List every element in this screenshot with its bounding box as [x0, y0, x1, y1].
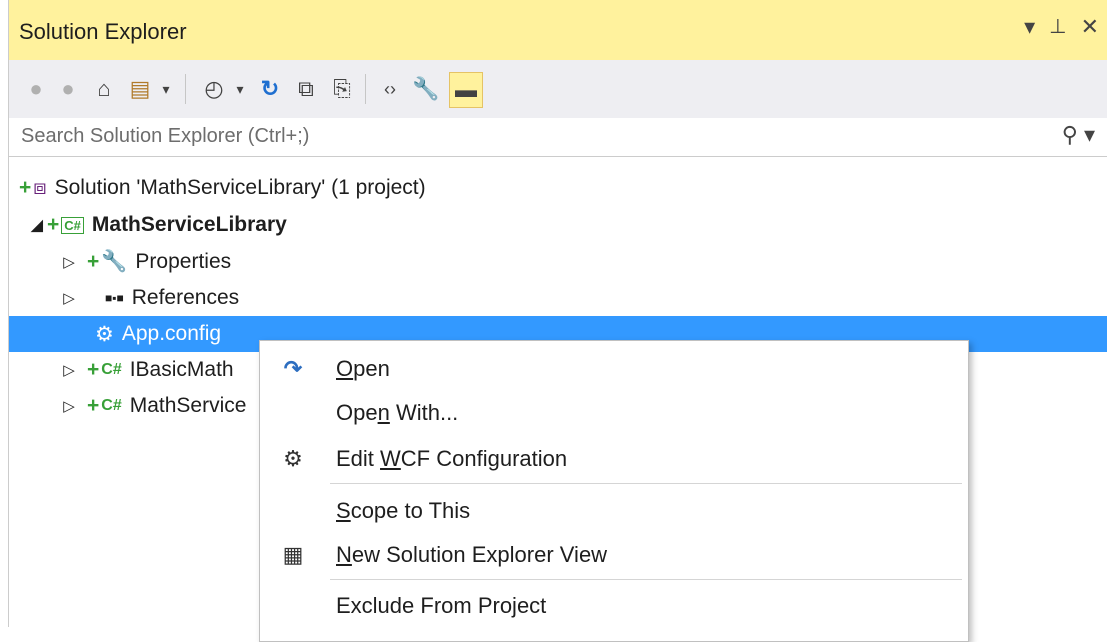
new-view-icon: ▦ — [282, 542, 304, 567]
menu-separator — [330, 483, 962, 484]
forward-button[interactable]: ● — [55, 72, 81, 106]
open-arrow-icon: ↷ — [283, 356, 303, 381]
wrench-icon[interactable]: 🔧 — [411, 72, 441, 106]
expanded-arrow-icon[interactable]: ◢ — [27, 216, 47, 234]
pending-changes-icon[interactable]: ◴ — [199, 72, 229, 106]
title-bar: Solution Explorer ▾ ⊥ ✕ — [9, 0, 1107, 60]
home-icon[interactable]: ⌂ — [89, 72, 119, 106]
solution-icon: ⧈ — [33, 176, 47, 199]
menu-item-exclude[interactable]: Exclude From Project — [260, 584, 968, 628]
tree-solution[interactable]: + ⧈ Solution 'MathServiceLibrary' (1 pro… — [9, 170, 1107, 206]
mathservice-label: MathService — [129, 394, 247, 417]
menu-item-edit-wcf[interactable]: ⚙ Edit WCF Configuration — [260, 437, 968, 481]
search-icon[interactable]: ⚲ ▾ — [1062, 122, 1095, 148]
chevron-down-icon[interactable]: ▾ — [231, 72, 249, 106]
ibasicmath-label: IBasicMath — [129, 358, 234, 381]
collapsed-arrow-icon[interactable]: ▷ — [59, 397, 79, 415]
appconfig-label: App.config — [121, 322, 222, 345]
show-all-files-icon[interactable]: ⎘ — [327, 72, 357, 106]
project-label: MathServiceLibrary — [91, 213, 287, 236]
panel-title: Solution Explorer — [19, 19, 187, 44]
menu-item-open-with[interactable]: Open With... — [260, 391, 968, 435]
context-menu: ↷ Open Open With... ⚙ Edit WCF Configura… — [259, 340, 969, 642]
references-icon: ■▪■ — [105, 291, 124, 305]
csharp-project-icon: C# — [61, 216, 84, 234]
dropdown-icon[interactable]: ▾ — [1024, 14, 1035, 40]
csharp-file-icon: C# — [101, 361, 122, 378]
pin-icon[interactable]: ⊥ — [1049, 14, 1066, 40]
search-bar: ⚲ ▾ — [9, 118, 1107, 157]
solution-label: Solution 'MathServiceLibrary' (1 project… — [54, 176, 426, 199]
toolbar: ● ● ⌂ ▤ ▾ ◴ ▾ ↻ ⧉ ⎘ ‹› 🔧 ▬ — [9, 60, 1107, 119]
menu-item-open[interactable]: ↷ Open — [260, 347, 968, 391]
back-button[interactable]: ● — [23, 72, 49, 106]
collapsed-arrow-icon[interactable]: ▷ — [59, 361, 79, 379]
references-label: References — [131, 286, 240, 309]
view-code-icon[interactable]: ‹› — [375, 72, 405, 106]
collapsed-arrow-icon[interactable]: ▷ — [59, 253, 79, 271]
menu-item-scope-to-this[interactable]: Scope to This — [260, 489, 968, 533]
csharp-file-icon: C# — [101, 397, 122, 414]
sync-icon[interactable]: ↻ — [255, 72, 285, 106]
config-file-icon: ⚙ — [95, 322, 114, 346]
preview-selected-items-icon[interactable]: ▬ — [449, 72, 483, 108]
wrench-icon: 🔧 — [101, 250, 128, 273]
menu-separator — [330, 579, 962, 580]
search-input[interactable] — [19, 124, 1003, 149]
collapse-all-icon[interactable]: ⧉ — [291, 72, 321, 106]
chevron-down-icon[interactable]: ▾ — [157, 72, 175, 106]
menu-item-new-view[interactable]: ▦ New Solution Explorer View — [260, 533, 968, 577]
tree-references[interactable]: ▷ ■▪■ References — [9, 280, 1107, 316]
wcf-config-icon: ⚙ — [283, 446, 303, 471]
tree-properties[interactable]: ▷ + 🔧 Properties — [9, 244, 1107, 280]
switch-views-icon[interactable]: ▤ — [125, 72, 155, 106]
close-icon[interactable]: ✕ — [1081, 14, 1099, 40]
properties-label: Properties — [135, 250, 232, 273]
tree-project[interactable]: ◢ + C# MathServiceLibrary — [9, 207, 1107, 243]
collapsed-arrow-icon[interactable]: ▷ — [59, 289, 79, 307]
